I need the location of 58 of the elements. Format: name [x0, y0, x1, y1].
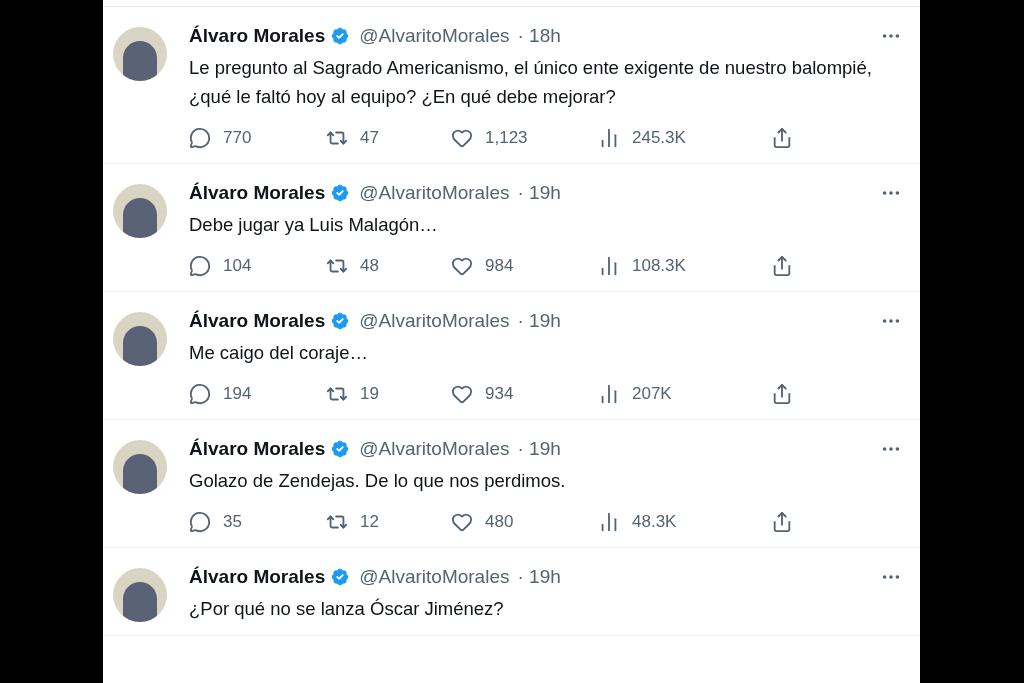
reply-button[interactable]: 35 [189, 509, 242, 535]
retweet-button[interactable]: 19 [326, 381, 379, 407]
heart-icon [451, 383, 473, 405]
author-name[interactable]: Álvaro Morales [189, 434, 326, 464]
tweet-text: Debe jugar ya Luis Malagón… [189, 213, 439, 237]
verified-badge-icon [329, 25, 352, 47]
tweet-time[interactable]: · 19h [517, 306, 561, 336]
tweet-time[interactable]: · 19h [517, 434, 561, 464]
heart-icon [451, 255, 473, 277]
verified-badge-icon [329, 438, 352, 460]
author-handle[interactable]: @AlvaritoMorales [359, 562, 510, 592]
retweet-button[interactable]: 47 [326, 125, 379, 151]
speech-bubble-icon [189, 383, 211, 405]
author-handle[interactable]: @AlvaritoMorales [359, 306, 510, 336]
author-handle[interactable]: @AlvaritoMorales [359, 178, 510, 208]
tweet-text: ¿Por qué no se lanza Óscar Jiménez? [189, 597, 505, 621]
speech-bubble-icon [189, 127, 211, 149]
tweet-time[interactable]: · 19h [517, 178, 561, 208]
tweet-text: Le pregunto al Sagrado Americanismo, el único ente exigente de nuestro balompié, ¿qué le faltó hoy al equipo? ¿En qué debe mejorar? [189, 56, 873, 109]
avatar[interactable] [113, 568, 167, 622]
like-button[interactable]: 934 [451, 381, 514, 407]
heart-icon [451, 511, 473, 533]
avatar[interactable] [113, 184, 167, 238]
tweet-time[interactable]: · 19h [517, 562, 561, 592]
author-handle[interactable]: @AlvaritoMorales [359, 434, 510, 464]
reply-button[interactable]: 194 [189, 381, 252, 407]
share-button[interactable] [771, 255, 793, 277]
views-button[interactable]: 48.3K [598, 509, 677, 535]
retweet-button[interactable]: 12 [326, 509, 379, 535]
share-button[interactable] [771, 127, 793, 149]
views-button[interactable]: 207K [598, 381, 672, 407]
views-button[interactable]: 245.3K [598, 125, 686, 151]
author-handle[interactable]: @AlvaritoMorales [359, 21, 510, 51]
heart-icon [451, 127, 473, 149]
avatar[interactable] [113, 440, 167, 494]
tweet-text: Me caigo del coraje… [189, 341, 369, 365]
reply-button[interactable]: 770 [189, 125, 252, 151]
verified-badge-icon [329, 566, 352, 588]
share-button[interactable] [771, 511, 793, 533]
views-button[interactable]: 108.3K [598, 253, 686, 279]
reply-button[interactable]: 104 [189, 253, 252, 279]
avatar[interactable] [113, 312, 167, 366]
retweet-button[interactable]: 48 [326, 253, 379, 279]
like-button[interactable]: 1,123 [451, 125, 528, 151]
tweet-text: Golazo de Zendejas. De lo que nos perdimos. [189, 469, 567, 493]
like-button[interactable]: 984 [451, 253, 514, 279]
speech-bubble-icon [189, 511, 211, 533]
like-button[interactable]: 480 [451, 509, 514, 535]
author-name[interactable]: Álvaro Morales [189, 562, 326, 592]
speech-bubble-icon [189, 255, 211, 277]
verified-badge-icon [329, 182, 352, 204]
author-name[interactable]: Álvaro Morales [189, 306, 326, 336]
author-name[interactable]: Álvaro Morales [189, 178, 326, 208]
share-button[interactable] [771, 383, 793, 405]
tweet-time[interactable]: · 18h [517, 21, 561, 51]
avatar[interactable] [113, 27, 167, 81]
author-name[interactable]: Álvaro Morales [189, 21, 326, 51]
verified-badge-icon [329, 310, 352, 332]
